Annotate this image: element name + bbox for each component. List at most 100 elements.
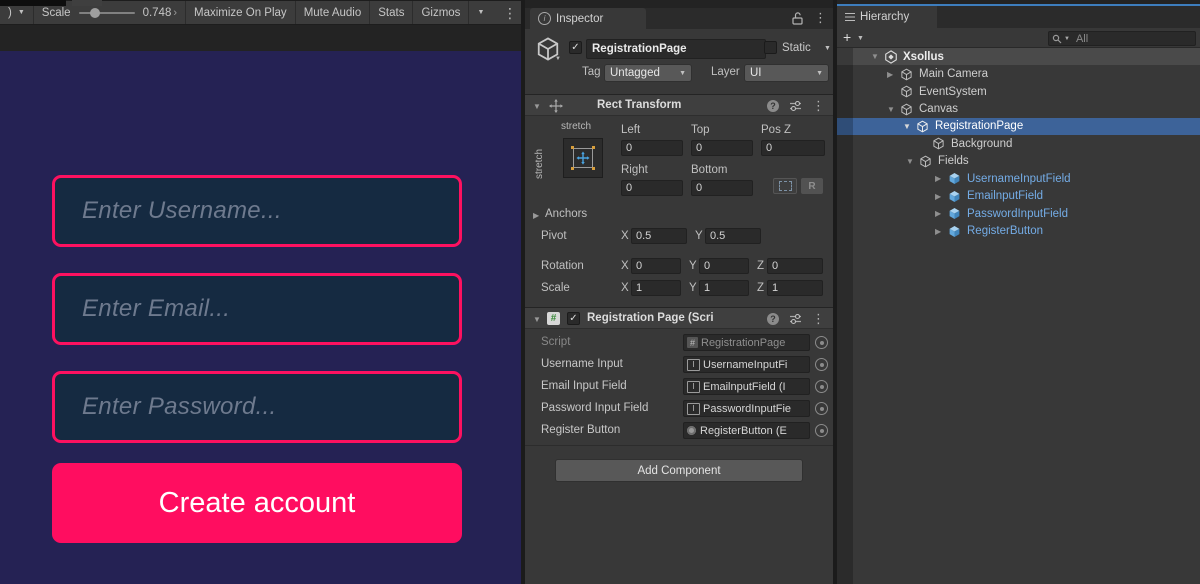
scale-slider[interactable] [79, 12, 135, 14]
registration-page-script-header[interactable]: ▼ # ✓ Registration Page (Scri ? ⋮ [525, 307, 833, 329]
mute-audio-button[interactable]: Mute Audio [296, 1, 371, 24]
rect-transform-header[interactable]: ▼ Rect Transform ? ⋮ [525, 94, 833, 116]
raw-edit-mode-button[interactable]: R [801, 178, 823, 194]
create-object-button[interactable]: + [843, 29, 851, 45]
hierarchy-icon [845, 13, 855, 22]
anchors-foldout[interactable]: Anchors [545, 208, 587, 220]
hierarchy-toolbar: + ▼ ▼ [837, 28, 1200, 48]
foldout-closed-icon[interactable]: ▶ [935, 192, 948, 201]
email-input-field[interactable]: Enter Email... [52, 273, 462, 345]
hierarchy-search-input[interactable] [1074, 32, 1178, 46]
hierarchy-item-main-camera[interactable]: ▶ Main Camera [837, 65, 1200, 82]
tab-hierarchy[interactable]: Hierarchy [837, 6, 937, 28]
foldout-closed-icon[interactable]: ▶ [533, 211, 539, 220]
foldout-closed-icon[interactable]: ▶ [935, 174, 948, 183]
scale-x-input[interactable] [631, 280, 681, 296]
hierarchy-search-box[interactable]: ▼ [1048, 31, 1196, 46]
inspector-menu-icon[interactable]: ⋮ [814, 10, 827, 26]
username-input-field[interactable]: Enter Username... [52, 175, 462, 247]
rect-posz-input[interactable] [761, 140, 825, 156]
blueprint-mode-button[interactable] [773, 178, 797, 194]
create-account-button[interactable]: Create account [52, 463, 462, 543]
inputfield-icon: I [687, 403, 700, 415]
add-component-button[interactable]: Add Component [555, 459, 803, 482]
gameobject-icon[interactable]: ▼ [535, 36, 561, 65]
stretch-label-vertical: stretch [534, 142, 545, 186]
pivot-x-input[interactable] [631, 228, 687, 244]
hierarchy-item-label: Background [951, 138, 1012, 150]
gizmos-dropdown-arrow[interactable]: ▼ [469, 1, 492, 24]
password-input-field[interactable]: Enter Password... [52, 371, 462, 443]
prefab-icon [948, 207, 963, 221]
foldout-closed-icon[interactable]: ▶ [935, 209, 948, 218]
object-picker-icon[interactable] [815, 336, 828, 349]
layer-dropdown[interactable]: UI ▼ [744, 64, 829, 82]
hierarchy-item-registrationpage[interactable]: ▼ RegistrationPage [837, 118, 1200, 135]
password-input-object-field[interactable]: I PasswordInputFie [683, 400, 810, 417]
component-menu-icon[interactable]: ⋮ [812, 311, 825, 327]
foldout-open-icon[interactable]: ▼ [887, 105, 900, 114]
tag-dropdown[interactable]: Untagged ▼ [604, 64, 692, 82]
hierarchy-item-scene[interactable]: ▼ Xsollus [837, 48, 1200, 65]
hierarchy-item-fields[interactable]: ▼ Fields [837, 153, 1200, 170]
presets-icon[interactable] [789, 313, 802, 325]
rect-top-input[interactable] [691, 140, 753, 156]
gizmos-button[interactable]: Gizmos [413, 1, 469, 24]
scale-label: Scale [541, 282, 570, 294]
register-button-object-value: RegisterButton (E [700, 425, 787, 437]
script-object-field[interactable]: # RegistrationPage [683, 334, 810, 351]
component-enabled-checkbox[interactable]: ✓ [567, 312, 580, 325]
presets-icon[interactable] [789, 100, 802, 112]
hierarchy-item-background[interactable]: Background [837, 135, 1200, 152]
scale-slider-knob[interactable] [90, 8, 100, 18]
tab-inspector[interactable]: i Inspector [530, 8, 646, 29]
game-viewport: Enter Username... Enter Email... Enter P… [0, 51, 521, 584]
rotation-x-input[interactable] [631, 258, 681, 274]
rotation-y-input[interactable] [699, 258, 749, 274]
hierarchy-item-passwordinputfield[interactable]: ▶ PasswordInputField [837, 205, 1200, 222]
scale-z-input[interactable] [767, 280, 823, 296]
help-icon[interactable]: ? [767, 313, 779, 325]
object-picker-icon[interactable] [815, 380, 828, 393]
rotation-z-input[interactable] [767, 258, 823, 274]
username-placeholder: Enter Username... [55, 197, 282, 225]
search-filter-arrow[interactable]: ▼ [1064, 36, 1070, 42]
gameobject-name-field[interactable] [586, 39, 766, 59]
email-input-object-field[interactable]: I EmailnputField (I [683, 378, 810, 395]
rect-left-input[interactable] [621, 140, 683, 156]
foldout-open-icon[interactable]: ▼ [533, 315, 541, 324]
lock-open-icon[interactable] [791, 11, 804, 26]
username-input-object-field[interactable]: I UsernameInputFi [683, 356, 810, 373]
hierarchy-item-emailnputfield[interactable]: ▶ EmailnputField [837, 188, 1200, 205]
hierarchy-item-registerbutton[interactable]: ▶ RegisterButton [837, 222, 1200, 239]
hierarchy-item-canvas[interactable]: ▼ Canvas [837, 100, 1200, 117]
foldout-open-icon[interactable]: ▼ [903, 122, 916, 131]
rect-bottom-input[interactable] [691, 180, 753, 196]
pivot-label: Pivot [541, 230, 567, 242]
hierarchy-item-eventsystem[interactable]: EventSystem [837, 83, 1200, 100]
foldout-open-icon[interactable]: ▼ [871, 52, 884, 61]
foldout-open-icon[interactable]: ▼ [906, 157, 919, 166]
scale-y-input[interactable] [699, 280, 749, 296]
foldout-closed-icon[interactable]: ▶ [935, 227, 948, 236]
gameobject-active-checkbox[interactable]: ✓ [569, 41, 582, 54]
chevron-down-icon[interactable]: ▼ [857, 35, 864, 42]
game-pane-menu-icon[interactable]: ⋮ [503, 4, 517, 22]
foldout-open-icon[interactable]: ▼ [533, 102, 541, 111]
register-button-object-field[interactable]: RegisterButton (E [683, 422, 810, 439]
static-dropdown-arrow[interactable]: ▼ [824, 45, 831, 52]
anchor-presets-button[interactable] [563, 138, 603, 178]
axis-z-label: Z [757, 282, 764, 294]
object-picker-icon[interactable] [815, 358, 828, 371]
component-menu-icon[interactable]: ⋮ [812, 98, 825, 114]
stats-button[interactable]: Stats [370, 1, 413, 24]
object-picker-icon[interactable] [815, 424, 828, 437]
help-icon[interactable]: ? [767, 100, 779, 112]
maximize-on-play-button[interactable]: Maximize On Play [185, 1, 296, 24]
object-picker-icon[interactable] [815, 402, 828, 415]
pivot-y-input[interactable] [705, 228, 761, 244]
static-checkbox[interactable] [764, 41, 777, 54]
hierarchy-item-usernameinputfield[interactable]: ▶ UsernameInputField [837, 170, 1200, 187]
rect-right-input[interactable] [621, 180, 683, 196]
foldout-closed-icon[interactable]: ▶ [887, 70, 900, 79]
